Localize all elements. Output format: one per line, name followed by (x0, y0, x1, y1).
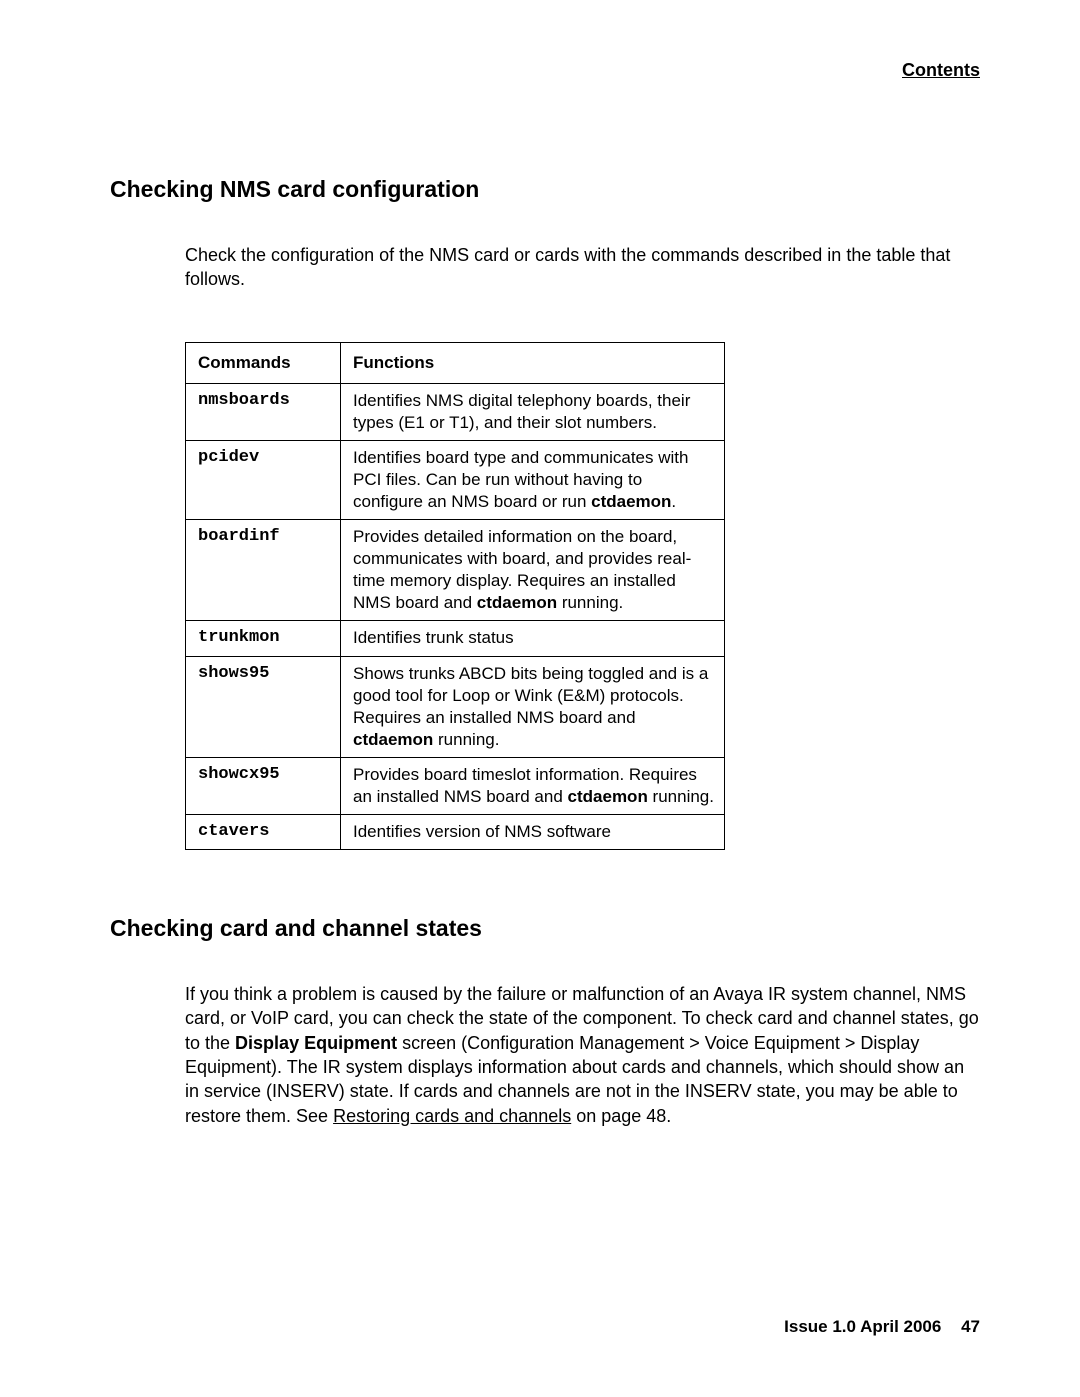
section2-paragraph: If you think a problem is caused by the … (185, 982, 980, 1128)
section1-intro: Check the configuration of the NMS card … (185, 243, 980, 292)
table-row: nmsboards Identifies NMS digital telepho… (186, 383, 725, 440)
col-header-functions: Functions (341, 342, 725, 383)
cmd-cell: pcidev (186, 440, 341, 519)
func-cell: Shows trunks ABCD bits being toggled and… (341, 656, 725, 757)
section2-title: Checking card and channel states (110, 915, 980, 942)
commands-table: Commands Functions nmsboards Identifies … (185, 342, 725, 851)
table-row: showcx95 Provides board timeslot informa… (186, 757, 725, 814)
func-cell: Provides board timeslot information. Req… (341, 757, 725, 814)
cmd-cell: showcx95 (186, 757, 341, 814)
func-cell: Provides detailed information on the boa… (341, 520, 725, 621)
func-cell: Identifies board type and communicates w… (341, 440, 725, 519)
table-row: shows95 Shows trunks ABCD bits being tog… (186, 656, 725, 757)
func-cell: Identifies trunk status (341, 621, 725, 656)
cmd-cell: boardinf (186, 520, 341, 621)
page-footer: Issue 1.0 April 2006 47 (784, 1317, 980, 1337)
cmd-cell: nmsboards (186, 383, 341, 440)
func-cell: Identifies version of NMS software (341, 815, 725, 850)
cmd-cell: ctavers (186, 815, 341, 850)
cmd-cell: shows95 (186, 656, 341, 757)
table-row: ctavers Identifies version of NMS softwa… (186, 815, 725, 850)
col-header-commands: Commands (186, 342, 341, 383)
cmd-cell: trunkmon (186, 621, 341, 656)
footer-text: Issue 1.0 April 2006 (784, 1317, 941, 1336)
restoring-link[interactable]: Restoring cards and channels (333, 1106, 571, 1126)
table-row: trunkmon Identifies trunk status (186, 621, 725, 656)
section1-title: Checking NMS card configuration (110, 176, 980, 203)
table-row: boardinf Provides detailed information o… (186, 520, 725, 621)
page-number: 47 (961, 1317, 980, 1336)
table-row: pcidev Identifies board type and communi… (186, 440, 725, 519)
contents-link[interactable]: Contents (110, 60, 980, 81)
func-cell: Identifies NMS digital telephony boards,… (341, 383, 725, 440)
